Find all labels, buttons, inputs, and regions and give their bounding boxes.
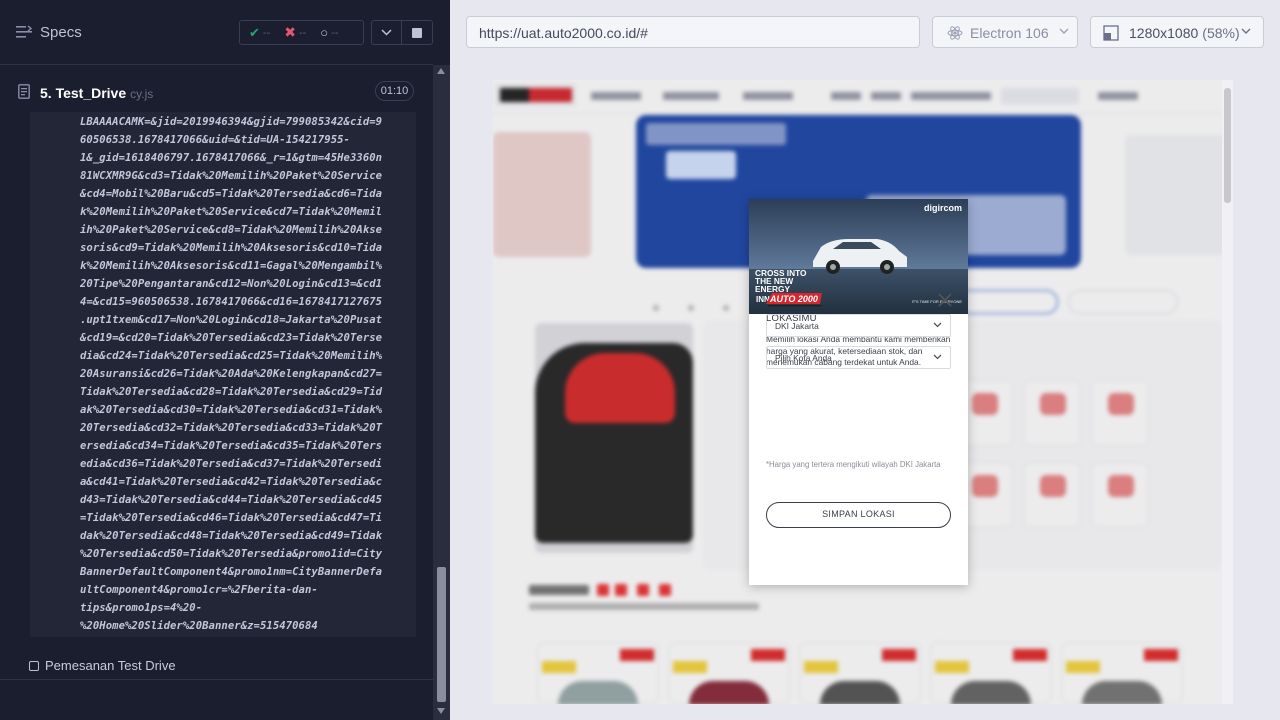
scroll-up-arrow-icon[interactable]: [437, 68, 445, 74]
runner-scroll-thumb[interactable]: [437, 567, 446, 702]
chevron-down-icon: [933, 322, 942, 328]
viewport-scale: (58%): [1202, 25, 1240, 41]
test-item[interactable]: Pemesanan Test Drive: [0, 650, 433, 680]
viewport-dimensions: 1280x1080: [1129, 25, 1199, 41]
stat-pending: ○ --: [306, 25, 338, 40]
price-note: *Harga yang tertera mengikuti wilayah DK…: [766, 460, 941, 469]
log-line: &cd19=&cd20=Tidak%20Tersedia&cd23=Tidak%…: [80, 332, 383, 344]
banner-headline: CROSS INTO THE NEW ENERGY: [755, 268, 807, 294]
viewport-selector[interactable]: 1280x1080 (58%): [1090, 16, 1264, 48]
file-icon: [18, 84, 30, 99]
stat-failed: ✖ --: [270, 24, 306, 41]
electron-icon: [947, 26, 963, 40]
stop-button[interactable]: [402, 21, 432, 44]
log-line: ultComponent4&promo1cr=%2Fberita-dan-: [80, 584, 318, 596]
failed-count: --: [298, 26, 307, 39]
viewport-size: 1280x1080 (58%): [1129, 25, 1240, 41]
log-line: 60506538.1678417066&uid=&tid=UA-15421795…: [80, 134, 350, 146]
test-status-checkbox-icon: [29, 661, 39, 671]
log-line: 4=&cd15=960506538.1678417066&cd16=167841…: [80, 296, 383, 308]
aut-iframe: digircom CROSS INTO THE NEW ENERGY INNOV…: [493, 80, 1233, 704]
save-location-button[interactable]: SIMPAN LOKASI: [766, 502, 951, 528]
chevron-down-icon: [933, 354, 942, 360]
pending-count: --: [331, 26, 339, 39]
logo-text: AUTO 2000: [769, 294, 818, 304]
aut-scroll-thumb[interactable]: [1224, 88, 1231, 203]
log-line: %20Tersedia&cd50=Tidak%20Tersedia&promo1…: [80, 548, 383, 560]
aut-panel: https://uat.auto2000.co.id/# Electron 10…: [450, 0, 1280, 720]
log-line: 20Tersedia&cd32=Tidak%20Tersedia&cd33=Ti…: [80, 422, 383, 434]
log-line: a&cd41=Tidak%20Tersedia&cd42=Tidak%20Ter…: [80, 476, 383, 488]
log-line: tips&promo1ps=4%20-: [80, 602, 203, 614]
spec-name-text: 5. Test_Drive: [40, 85, 127, 101]
spec-extension: cy.js: [130, 87, 154, 101]
check-icon: ✔: [249, 24, 260, 40]
test-title: Pemesanan Test Drive: [45, 658, 176, 673]
spec-duration: 01:10: [375, 81, 414, 101]
menu-list-icon[interactable]: [16, 25, 32, 39]
log-line: BannerDefaultComponent4&promo1nm=CityBan…: [80, 566, 383, 578]
province-value: DKI Jakarta: [775, 321, 819, 331]
log-line: Tidak%20Tersedia&cd28=Tidak%20Tersedia&c…: [80, 386, 383, 398]
log-line: =Tidak%20Tersedia&cd46=Tidak%20Tersedia&…: [80, 512, 383, 524]
location-modal: digircom CROSS INTO THE NEW ENERGY INNOV…: [749, 199, 968, 585]
log-line: k%20Memilih%20Paket%20Service&cd7=Tidak%…: [80, 206, 383, 218]
command-log-output: LBAAAACAMK=&jid=2019946394&gjid=79908534…: [30, 112, 416, 637]
spec-filename[interactable]: 5. Test_Drive cy.js: [40, 85, 153, 101]
viewport-icon: [1103, 25, 1119, 41]
city-placeholder: Pilih Kota Anda: [775, 353, 832, 363]
log-line: &cd4=Mobil%20Baru&cd5=Tidak%20Tersedia&c…: [80, 188, 383, 200]
runner-panel: Specs ✔ -- ✖ -- ○ -- 5. Test_Drive cy.js…: [0, 0, 450, 720]
pending-circle-icon: ○: [320, 25, 329, 40]
log-line: ih%20Paket%20Service&cd8=Tidak%20Memilih…: [80, 224, 383, 236]
log-line: 81WCXMR9G&cd3=Tidak%20Memilih%20Paket%20…: [80, 170, 383, 182]
log-line: .upt1txem&cd17=Non%20Login&cd18=Jakarta%…: [80, 314, 383, 326]
log-line: dia&cd24=Tidak%20Tersedia&cd25=Tidak%20M…: [80, 350, 383, 362]
log-line: 20Asuransi&cd26=Tidak%20Ada%20Kelengkapa…: [80, 368, 383, 380]
stop-icon: [412, 27, 422, 38]
aut-scrollbar[interactable]: [1222, 80, 1233, 704]
log-line: k%20Memilih%20Aksesoris&cd11=Gagal%20Men…: [80, 260, 383, 272]
log-line: 20Tipe%20Pengantaran&cd12=Non%20Login&cd…: [80, 278, 383, 290]
log-line: LBAAAACAMK=&jid=2019946394&gjid=79908534…: [80, 116, 383, 128]
province-select[interactable]: DKI Jakarta: [766, 314, 951, 337]
log-line: dak%20Tersedia&cd48=Tidak%20Tersedia&cd4…: [80, 530, 383, 542]
scroll-down-arrow-icon[interactable]: [437, 708, 445, 714]
close-icon[interactable]: [937, 292, 953, 308]
chevron-down-icon: [1241, 28, 1251, 34]
specs-header: Specs ✔ -- ✖ -- ○ --: [0, 0, 433, 65]
auto2000-logo: AUTO 2000: [766, 293, 822, 307]
log-line: d43=Tidak%20Tersedia&cd44=Tidak%20Tersed…: [80, 494, 383, 506]
passed-count: --: [262, 26, 271, 39]
chevron-down-icon: [1059, 28, 1069, 34]
city-select[interactable]: Pilih Kota Anda: [766, 346, 951, 369]
banner-brand: digircom: [923, 203, 962, 213]
log-line: edia&cd36=Tidak%20Tersedia&cd37=Tidak%20…: [80, 458, 383, 470]
chevron-down-icon[interactable]: [372, 21, 403, 44]
specs-title[interactable]: Specs: [40, 24, 82, 41]
log-line: ersedia&cd34=Tidak%20Tersedia&cd35=Tidak…: [80, 440, 383, 452]
log-line: ak%20Tersedia&cd30=Tidak%20Tersedia&cd31…: [80, 404, 383, 416]
log-line: 1&_gid=1618406797.1678417066&_r=1&gtm=45…: [80, 152, 383, 164]
url-bar[interactable]: https://uat.auto2000.co.id/#: [466, 16, 920, 48]
spec-header: 5. Test_Drive cy.js 01:10: [0, 77, 433, 107]
browser-name: Electron 106: [970, 25, 1049, 41]
cross-icon: ✖: [284, 24, 296, 40]
test-stats: ✔ -- ✖ -- ○ --: [239, 20, 364, 45]
browser-selector[interactable]: Electron 106: [932, 16, 1078, 48]
log-line: soris&cd9=Tidak%20Memilih%20Aksesoris&cd…: [80, 242, 383, 254]
stat-passed: ✔ --: [240, 25, 270, 41]
run-controls: [371, 20, 433, 45]
log-line: %20Home%20Slider%20Banner&z=515470684: [80, 620, 318, 632]
